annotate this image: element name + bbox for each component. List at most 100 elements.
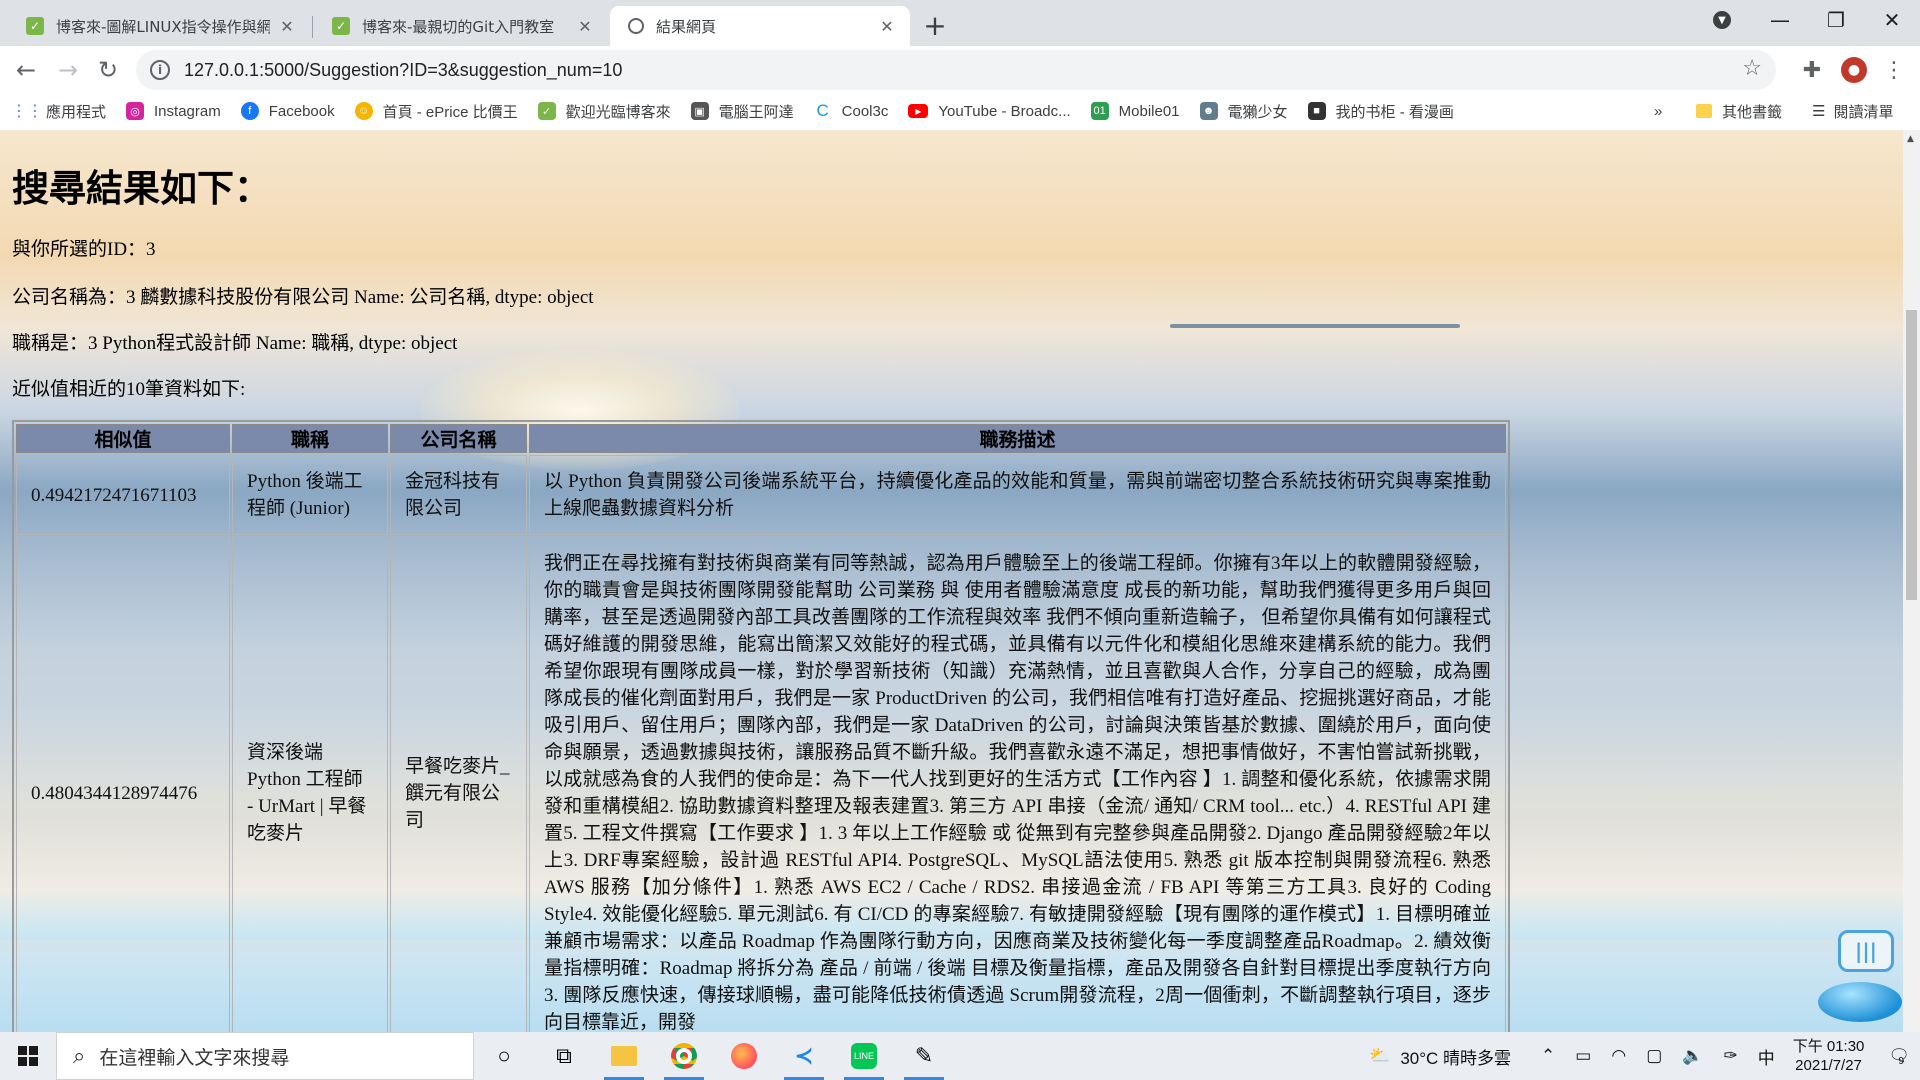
device-icon[interactable]: ▢ — [1646, 1046, 1662, 1066]
company-cell: 金冠科技有限公司 — [390, 455, 527, 535]
new-tab-button[interactable]: + — [918, 8, 952, 42]
otter-icon: ☻ — [1199, 102, 1218, 120]
bookmark-eprice[interactable]: ☺ 首頁 - ePrice 比價王 — [354, 101, 518, 122]
bookmark-label: 電獺少女 — [1227, 103, 1288, 121]
battery-icon[interactable]: ▭ — [1575, 1046, 1591, 1066]
back-arrow-icon[interactable]: ← — [8, 52, 44, 88]
similar-intro-text: 近似值相近的10筆資料如下: — [12, 379, 246, 400]
close-icon[interactable]: ✕ — [276, 15, 298, 37]
profile-avatar[interactable]: ● — [1836, 52, 1872, 88]
cortana-icon[interactable]: ○ — [474, 1032, 534, 1080]
extensions-puzzle-icon[interactable]: ✚ — [1794, 52, 1830, 88]
windows-logo-icon — [18, 1046, 38, 1066]
bookmark-youtube[interactable]: ▶ YouTube - Broadc... — [908, 103, 1071, 120]
clock[interactable]: 下午 01:30 2021/7/27 — [1793, 1037, 1865, 1075]
maximize-button[interactable]: ❐ — [1808, 0, 1864, 40]
scrollbar-thumb[interactable] — [1906, 310, 1917, 600]
mobile01-icon: 01 — [1090, 102, 1109, 120]
task-view-icon[interactable]: ⧉ — [534, 1032, 594, 1080]
address-bar[interactable]: i 127.0.0.1:5000/Suggestion?ID=3&suggest… — [136, 50, 1776, 90]
reading-list[interactable]: ☰ 閱讀清單 — [1812, 92, 1893, 130]
similarity-cell: 0.4804344128974476 — [16, 537, 230, 1032]
close-window-button[interactable]: ✕ — [1864, 0, 1920, 40]
green-check-favicon: ✓ — [332, 17, 350, 35]
ime-indicator[interactable]: 中 — [1758, 1044, 1775, 1069]
clock-time: 下午 01:30 — [1792, 1038, 1865, 1055]
paint-icon[interactable]: ✎ — [894, 1032, 954, 1080]
job-title-text: 職稱是：3 Python程式設計師 Name: 職稱, dtype: objec… — [12, 333, 458, 354]
taskbar-search-box[interactable]: ⌕ 在這裡輸入文字來搜尋 — [56, 1032, 474, 1080]
search-icon: ⌕ — [73, 1043, 86, 1068]
results-table: 相似值 職稱 公司名稱 職務描述 0.4942172471671103 Pyth… — [12, 420, 1510, 1032]
bookmark-manga[interactable]: ■ 我的书柜 - 看漫画 — [1307, 101, 1454, 122]
vscode-icon[interactable]: ≺ — [774, 1032, 834, 1080]
page-heading: 搜尋結果如下： — [12, 167, 271, 210]
more-bookmarks-chevron[interactable]: » — [1654, 92, 1662, 130]
close-icon[interactable]: ✕ — [876, 15, 898, 37]
wifi-icon[interactable]: ◠ — [1611, 1046, 1626, 1066]
bookmark-label: 我的书柜 - 看漫画 — [1335, 103, 1454, 121]
chatbot-widget[interactable]: ||| — [1812, 930, 1902, 1030]
bookmark-facebook[interactable]: f Facebook — [240, 102, 335, 120]
start-button[interactable] — [0, 1032, 56, 1080]
bookmark-label: 首頁 - ePrice 比價王 — [382, 103, 518, 121]
tab-linux-book[interactable]: ✓ 博客來-圖解LINUX指令操作與網 ✕ — [8, 6, 310, 46]
notification-count: 9 — [1898, 1056, 1904, 1067]
menu-kebab-icon[interactable]: ⋮ — [1876, 52, 1912, 88]
bookmark-label: Mobile01 — [1118, 102, 1180, 120]
search-placeholder: 在這裡輸入文字來搜尋 — [99, 1047, 290, 1069]
reading-list-icon: ☰ — [1812, 103, 1826, 120]
other-bookmarks-label: 其他書籤 — [1722, 103, 1783, 121]
cool3c-icon: C — [816, 101, 829, 120]
bookmark-instagram[interactable]: ◎ Instagram — [126, 102, 221, 120]
page-viewport: 搜尋結果如下： 與你所選的ID：3 公司名稱為：3 麟數據科技股份有限公司 Na… — [0, 130, 1903, 1032]
table-header-row: 相似值 職稱 公司名稱 職務描述 — [16, 424, 1506, 453]
reload-icon[interactable]: ↻ — [90, 52, 126, 88]
forward-arrow-icon[interactable]: → — [50, 52, 86, 88]
page-scrollbar[interactable]: ▲ — [1903, 130, 1920, 1032]
bookmark-apps[interactable]: ⋮⋮ 應用程式 — [11, 101, 106, 122]
close-icon[interactable]: ✕ — [574, 15, 596, 37]
bookmark-books[interactable]: ✓ 歡迎光臨博客來 — [537, 101, 671, 122]
site-info-icon[interactable]: i — [150, 60, 170, 80]
tab-separator — [312, 16, 313, 38]
instagram-icon: ◎ — [126, 102, 145, 120]
apps-grid-icon: ⋮⋮ — [11, 103, 43, 120]
chrome-icon[interactable] — [654, 1032, 714, 1080]
url-text[interactable]: 127.0.0.1:5000/Suggestion?ID=3&suggestio… — [184, 60, 622, 81]
company-cell: 早餐吃麥片_饌元有限公司 — [390, 537, 527, 1032]
bookmark-label: Instagram — [154, 102, 221, 120]
bookmark-otter[interactable]: ☻ 電獺少女 — [1199, 101, 1288, 122]
column-header-company: 公司名稱 — [390, 424, 527, 453]
firefox-icon[interactable] — [714, 1032, 774, 1080]
column-header-title: 職稱 — [232, 424, 388, 453]
line-icon[interactable]: LINE — [834, 1032, 894, 1080]
bookmark-mobile01[interactable]: 01 Mobile01 — [1090, 102, 1180, 120]
volume-icon[interactable]: 🔈 — [1682, 1046, 1703, 1066]
bookmark-cool3c[interactable]: C Cool3c — [814, 101, 889, 120]
similarity-cell: 0.4942172471671103 — [16, 455, 230, 535]
facebook-icon: f — [240, 102, 259, 120]
eprice-icon: ☺ — [354, 102, 373, 120]
chevron-up-icon[interactable]: ⌃ — [1541, 1046, 1555, 1066]
file-explorer-icon[interactable] — [594, 1032, 654, 1080]
scroll-up-arrow-icon[interactable]: ▲ — [1907, 134, 1914, 144]
tab-results-page[interactable]: 結果網頁 ✕ — [610, 6, 910, 46]
tab-title: 博客來-圖解LINUX指令操作與網 — [56, 17, 270, 36]
bookmark-kocpc[interactable]: ▣ 電腦王阿達 — [690, 101, 794, 122]
browser-toolbar: ← → ↻ i 127.0.0.1:5000/Suggestion?ID=3&s… — [0, 46, 1920, 130]
bookmark-star-icon[interactable]: ☆ — [1742, 56, 1762, 81]
horizon-island — [1170, 324, 1460, 328]
system-tray: ⛅ 30°C 晴時多雲 ⌃ ▭ ◠ ▢ 🔈 ✑ 中 下午 01:30 2021/… — [1359, 1032, 1920, 1080]
minimize-button[interactable]: — — [1752, 0, 1808, 40]
pen-icon[interactable]: ✑ — [1723, 1046, 1737, 1066]
kocpc-icon: ▣ — [690, 102, 709, 120]
tab-search-icon[interactable]: ▼ — [1694, 0, 1750, 40]
other-bookmarks[interactable]: 其他書籤 — [1696, 92, 1782, 130]
weather-text[interactable]: 30°C 晴時多雲 — [1400, 1044, 1511, 1069]
weather-cloud-sun-icon[interactable]: ⛅ — [1369, 1046, 1390, 1066]
notification-icon[interactable]: 🗨 9 — [1888, 1046, 1910, 1067]
company-name-text: 公司名稱為：3 麟數據科技股份有限公司 Name: 公司名稱, dtype: o… — [12, 287, 594, 308]
windows-taskbar: ⌕ 在這裡輸入文字來搜尋 ○ ⧉ ≺ LINE ✎ ⛅ 30°C 晴時多雲 ⌃ … — [0, 1032, 1920, 1080]
tab-git-book[interactable]: ✓ 博客來-最親切的Git入門教室 ✕ — [314, 6, 608, 46]
